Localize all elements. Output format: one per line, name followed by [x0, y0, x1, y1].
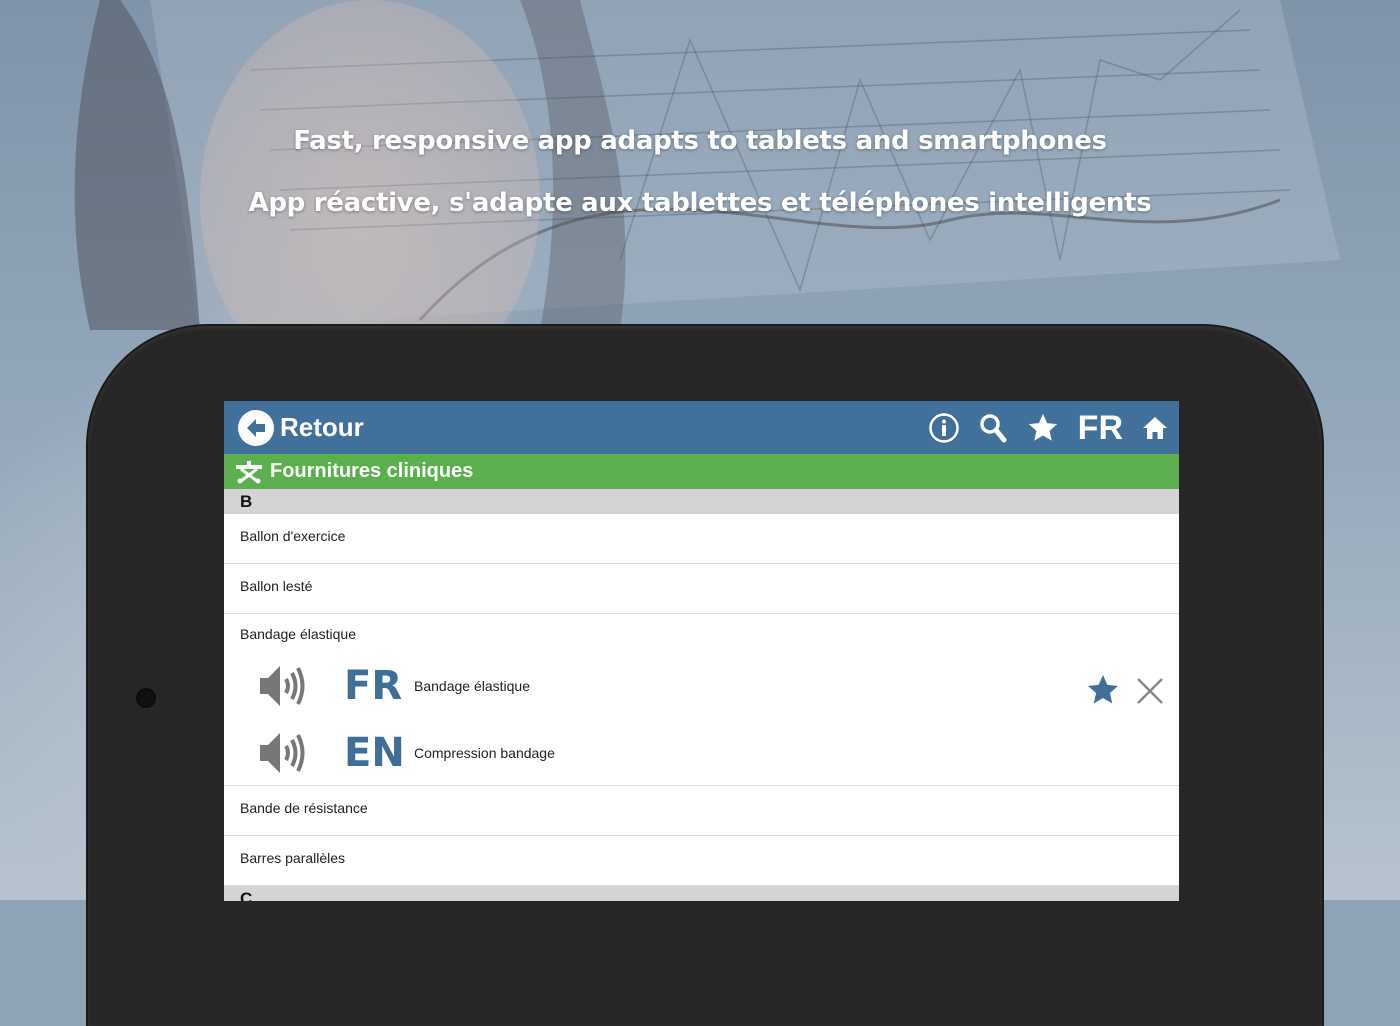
- home-icon[interactable]: [1141, 414, 1169, 442]
- medical-supplies-icon: [234, 460, 264, 484]
- list-item-expanded[interactable]: Bandage élastique FR Bandage élastique E…: [224, 614, 1179, 786]
- translation-row-en: EN Compression bandage: [224, 725, 1179, 781]
- translation-lang-fr: FR: [344, 663, 403, 709]
- language-toggle[interactable]: FR: [1078, 411, 1123, 445]
- favorite-star-icon[interactable]: [1085, 672, 1121, 713]
- translation-row-fr: FR Bandage élastique: [224, 658, 1179, 714]
- list-item-label: Bandage élastique: [240, 626, 356, 642]
- star-icon[interactable]: [1026, 411, 1060, 445]
- app-screen: Retour FR Fournitures cliniques B Ballon…: [224, 401, 1179, 901]
- back-arrow-icon: [238, 409, 274, 446]
- translation-lang-en: EN: [344, 730, 405, 776]
- list-item[interactable]: Bande de résistance: [224, 786, 1179, 836]
- translation-term-en: Compression bandage: [414, 745, 555, 761]
- close-icon[interactable]: [1135, 676, 1165, 711]
- back-button[interactable]: Retour: [238, 409, 364, 446]
- back-label: Retour: [280, 412, 364, 442]
- category-bar: Fournitures cliniques: [224, 454, 1179, 489]
- section-header-c: C: [224, 886, 1179, 901]
- speaker-icon[interactable]: [258, 662, 308, 710]
- info-icon[interactable]: [928, 412, 960, 444]
- language-label: FR: [1077, 408, 1123, 447]
- section-header-b: B: [224, 489, 1179, 514]
- list-item[interactable]: Barres parallèles: [224, 836, 1179, 886]
- speaker-icon[interactable]: [258, 729, 308, 777]
- app-bar: Retour FR: [224, 401, 1179, 454]
- tablet-camera: [136, 688, 156, 708]
- toolbar: FR: [928, 401, 1169, 454]
- headline-english: Fast, responsive app adapts to tablets a…: [293, 126, 1107, 156]
- search-icon[interactable]: [978, 413, 1008, 443]
- list-item[interactable]: Ballon lesté: [224, 564, 1179, 614]
- list-item[interactable]: Ballon d'exercice: [224, 514, 1179, 564]
- tablet-frame: Retour FR Fournitures cliniques B Ballon…: [88, 326, 1322, 1026]
- translation-term-fr: Bandage élastique: [414, 678, 530, 694]
- headline-french: App réactive, s'adapte aux tablettes et …: [248, 188, 1152, 218]
- category-title: Fournitures cliniques: [270, 460, 474, 482]
